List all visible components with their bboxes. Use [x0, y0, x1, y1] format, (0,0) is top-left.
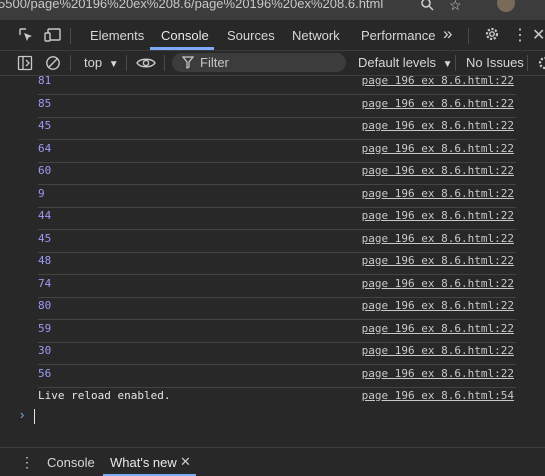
- address-bar-url[interactable]: 5500/page%20196%20ex%208.6/page%20196%20…: [0, 0, 383, 11]
- log-message: Live reload enabled.: [38, 388, 171, 402]
- gear-icon[interactable]: [484, 26, 500, 47]
- log-value: 45: [38, 231, 52, 245]
- log-source-link[interactable]: page 196 ex 8.6.html:22: [362, 74, 514, 87]
- console-log-row: 44 page 196 ex 8.6.html:22: [38, 207, 516, 230]
- log-value: 48: [38, 254, 52, 267]
- prompt-chevron-icon: ›: [20, 407, 25, 422]
- device-toolbar-icon[interactable]: [44, 27, 62, 48]
- dropdown-arrow-icon: ▼: [442, 59, 453, 70]
- filter-placeholder: Filter: [200, 55, 229, 70]
- log-source-link[interactable]: page 196 ex 8.6.html:22: [362, 187, 514, 200]
- log-levels-dropdown[interactable]: Default levels ▼: [358, 55, 453, 70]
- console-prompt[interactable]: ›: [20, 407, 520, 426]
- tab-sources[interactable]: Sources: [227, 28, 275, 43]
- log-source-link[interactable]: page 196 ex 8.6.html:54: [362, 389, 514, 402]
- console-log-row: 9 page 196 ex 8.6.html:22: [38, 185, 516, 208]
- console-log-row: 48 page 196 ex 8.6.html:22: [38, 252, 516, 275]
- log-value: 56: [38, 366, 52, 380]
- toolbar-divider: [126, 55, 127, 71]
- more-tabs-chevron-icon[interactable]: »: [443, 24, 452, 44]
- more-options-icon[interactable]: ⋮: [512, 25, 528, 45]
- toolbar-divider: [164, 55, 165, 71]
- log-value: 81: [38, 74, 52, 87]
- console-log-row: 59 page 196 ex 8.6.html:22: [38, 320, 516, 343]
- sidebar-toggle-icon[interactable]: [17, 55, 33, 76]
- inspect-element-icon[interactable]: [18, 27, 34, 48]
- text-cursor: [34, 409, 35, 424]
- console-log-row: 81 page 196 ex 8.6.html:22: [38, 72, 516, 95]
- log-value: 74: [38, 276, 52, 290]
- console-log-row: 56 page 196 ex 8.6.html:22: [38, 365, 516, 388]
- active-tab-indicator: [150, 47, 214, 50]
- close-tab-icon[interactable]: ✕: [180, 454, 191, 470]
- console-log-row: 30 page 196 ex 8.6.html:22: [38, 342, 516, 365]
- console-message-row: Live reload enabled. page 196 ex 8.6.htm…: [38, 387, 516, 409]
- toolbar-divider: [468, 28, 469, 44]
- context-selector[interactable]: top ▼: [84, 55, 119, 70]
- tab-network[interactable]: Network: [292, 28, 340, 43]
- console-log-row: 74 page 196 ex 8.6.html:22: [38, 275, 516, 298]
- log-source-link[interactable]: page 196 ex 8.6.html:22: [362, 367, 514, 380]
- bookmark-star-icon[interactable]: ☆: [449, 0, 462, 14]
- toolbar-divider: [455, 55, 456, 71]
- log-value: 64: [38, 141, 52, 155]
- log-source-link[interactable]: page 196 ex 8.6.html:22: [362, 209, 514, 222]
- log-value: 80: [38, 299, 52, 312]
- log-source-link[interactable]: page 196 ex 8.6.html:22: [362, 97, 514, 110]
- log-levels-label: Default levels: [358, 55, 437, 70]
- toolbar-divider: [70, 55, 71, 71]
- log-source-link[interactable]: page 196 ex 8.6.html:22: [362, 142, 514, 155]
- console-log-area: 81 page 196 ex 8.6.html:22 85 page 196 e…: [0, 72, 545, 445]
- console-log-row: 60 page 196 ex 8.6.html:22: [38, 162, 516, 185]
- log-source-link[interactable]: page 196 ex 8.6.html:22: [362, 119, 514, 132]
- filter-input[interactable]: Filter: [172, 53, 346, 72]
- log-source-link[interactable]: page 196 ex 8.6.html:22: [362, 277, 514, 290]
- log-value: 30: [38, 344, 52, 357]
- log-value: 85: [38, 96, 52, 110]
- log-source-link[interactable]: page 196 ex 8.6.html:22: [362, 232, 514, 245]
- console-settings-gear-icon[interactable]: [537, 55, 545, 76]
- devtools-tab-bar: Elements Console Sources Network Perform…: [0, 20, 545, 51]
- drawer-tab-whats-new[interactable]: What's new: [110, 455, 177, 470]
- drawer-menu-icon[interactable]: ⋮: [20, 454, 34, 471]
- log-source-link[interactable]: page 196 ex 8.6.html:22: [362, 344, 514, 357]
- log-source-link[interactable]: page 196 ex 8.6.html:22: [362, 322, 514, 335]
- log-value: 44: [38, 209, 52, 222]
- drawer-tab-console[interactable]: Console: [47, 455, 95, 470]
- console-log-row: 64 page 196 ex 8.6.html:22: [38, 140, 516, 163]
- console-log-row: 45 page 196 ex 8.6.html:22: [38, 230, 516, 253]
- console-log-row: 85 page 196 ex 8.6.html:22: [38, 95, 516, 118]
- context-selector-label: top: [84, 55, 103, 70]
- dropdown-arrow-icon: ▼: [108, 59, 119, 70]
- log-value: 60: [38, 164, 52, 177]
- console-log-row: 80 page 196 ex 8.6.html:22: [38, 297, 516, 320]
- issues-counter[interactable]: No Issues: [466, 55, 524, 70]
- console-log-row: 45 page 196 ex 8.6.html:22: [38, 117, 516, 140]
- log-source-link[interactable]: page 196 ex 8.6.html:22: [362, 299, 514, 312]
- zoom-icon[interactable]: [420, 0, 434, 14]
- tab-elements[interactable]: Elements: [90, 28, 144, 43]
- drawer-tab-bar: ⋮ Console What's new ✕: [0, 447, 545, 476]
- log-value: 59: [38, 321, 52, 335]
- log-source-link[interactable]: page 196 ex 8.6.html:22: [362, 164, 514, 177]
- tab-console[interactable]: Console: [161, 28, 209, 43]
- toolbar-divider: [70, 28, 71, 44]
- tab-performance[interactable]: Performance: [361, 28, 435, 43]
- browser-address-strip: 5500/page%20196%20ex%208.6/page%20196%20…: [0, 0, 545, 20]
- close-devtools-icon[interactable]: ✕: [532, 25, 545, 45]
- log-source-link[interactable]: page 196 ex 8.6.html:22: [362, 254, 514, 267]
- toolbar-divider: [527, 55, 528, 71]
- profile-avatar[interactable]: [497, 0, 515, 12]
- log-value: 45: [38, 119, 52, 132]
- log-value: 9: [38, 186, 45, 200]
